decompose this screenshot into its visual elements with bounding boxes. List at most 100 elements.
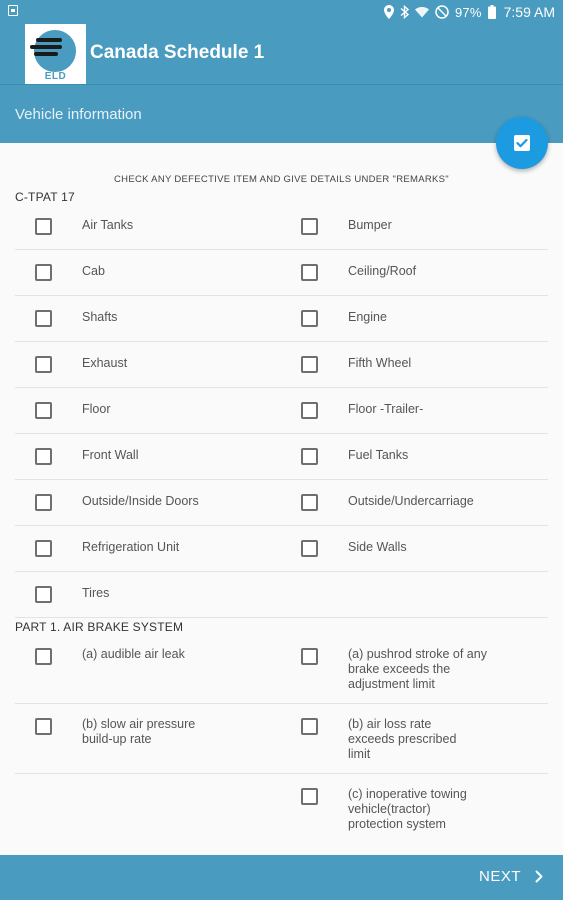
battery-icon <box>487 5 496 19</box>
app-bar: ELD Canada Schedule 1 <box>0 24 563 84</box>
checklist-item-label: (a) pushrod stroke of any brake exceeds … <box>348 647 487 691</box>
checklist-row: Refrigeration Unit Side Walls <box>15 526 548 572</box>
status-bar: 97% 7:59 AM <box>0 0 563 24</box>
checklist-item[interactable]: Outside/Undercarriage <box>281 480 547 525</box>
location-icon <box>384 5 394 19</box>
checkbox[interactable] <box>35 648 52 665</box>
checklist-item[interactable]: Floor <box>15 388 281 433</box>
checklist-item[interactable]: Shafts <box>15 296 281 341</box>
checklist-item-label: (c) inoperative towing vehicle(tractor) … <box>348 787 467 831</box>
notification-icon <box>8 5 18 16</box>
checklist-item[interactable]: Cab <box>15 250 281 295</box>
checklist-row: Floor Floor -Trailer- <box>15 388 548 434</box>
confirm-fab-button[interactable] <box>496 117 548 169</box>
checkbox[interactable] <box>35 218 52 235</box>
checklist-item-label: Side Walls <box>348 540 407 554</box>
subheader-title: Vehicle information <box>15 106 142 123</box>
checklist-item-label: Front Wall <box>82 448 139 462</box>
checklist-item-label: Fifth Wheel <box>348 356 412 370</box>
checklist-row: Shafts Engine <box>15 296 548 342</box>
checklist-row: Air Tanks Bumper <box>15 204 548 250</box>
checkbox[interactable] <box>35 586 52 603</box>
inspection-form: CHECK ANY DEFECTIVE ITEM AND GIVE DETAIL… <box>0 143 563 855</box>
checklist-row: (c) inoperative towing vehicle(tractor) … <box>15 774 548 844</box>
checklist-item-label: Outside/Undercarriage <box>348 494 474 508</box>
checkbox[interactable] <box>35 494 52 511</box>
checklist-item-label: Outside/Inside Doors <box>82 494 199 508</box>
clock: 7:59 AM <box>503 4 555 20</box>
checklist-item[interactable]: (a) audible air leak <box>15 634 281 703</box>
checklist-item-label: Refrigeration Unit <box>82 540 180 554</box>
checkbox[interactable] <box>301 540 318 557</box>
subheader: Vehicle information <box>0 84 563 143</box>
checklist-row: (b) slow air pressure build-up rate (b) … <box>15 704 548 774</box>
app-logo: ELD <box>25 24 86 84</box>
checklist-item[interactable]: (b) slow air pressure build-up rate <box>15 704 281 773</box>
checkbox[interactable] <box>301 402 318 419</box>
next-button-label: NEXT <box>478 868 521 885</box>
checklist-item[interactable]: (c) inoperative towing vehicle(tractor) … <box>281 774 547 844</box>
checkbox[interactable] <box>301 648 318 665</box>
checkbox[interactable] <box>301 448 318 465</box>
checkbox[interactable] <box>35 540 52 557</box>
checklist-item[interactable]: Side Walls <box>281 526 547 571</box>
section-title-air-brake: PART 1. AIR BRAKE SYSTEM <box>15 620 184 634</box>
do-not-disturb-icon <box>435 5 449 19</box>
checkbox-checked-icon <box>514 135 530 151</box>
checklist-item[interactable]: Air Tanks <box>15 204 281 249</box>
checklist-item[interactable]: Fifth Wheel <box>281 342 547 387</box>
checklist-item-label: Bumper <box>348 218 392 232</box>
checklist-item-label: Exhaust <box>82 356 128 370</box>
checklist-item-label: Engine <box>348 310 387 324</box>
checklist-item[interactable]: Ceiling/Roof <box>281 250 547 295</box>
checklist-item-label: Tires <box>82 586 110 600</box>
checkbox[interactable] <box>301 788 318 805</box>
checklist-item-label: (b) slow air pressure build-up rate <box>82 717 196 746</box>
instructions-text: CHECK ANY DEFECTIVE ITEM AND GIVE DETAIL… <box>114 174 449 185</box>
checkbox[interactable] <box>301 494 318 511</box>
checkbox[interactable] <box>301 264 318 281</box>
next-button[interactable]: NEXT <box>479 868 543 885</box>
checkbox[interactable] <box>35 448 52 465</box>
checkbox[interactable] <box>35 264 52 281</box>
checklist-item-label: Cab <box>82 264 105 278</box>
checklist-row: Tires <box>15 572 548 618</box>
checkbox[interactable] <box>35 310 52 327</box>
checklist-row: (a) audible air leak (a) pushrod stroke … <box>15 634 548 704</box>
checkbox[interactable] <box>301 218 318 235</box>
checklist-row: Outside/Inside Doors Outside/Undercarria… <box>15 480 548 526</box>
checkbox[interactable] <box>301 356 318 373</box>
checklist-item-label: Ceiling/Roof <box>348 264 417 278</box>
checklist-item[interactable]: Tires <box>15 572 281 617</box>
checklist-item[interactable]: Refrigeration Unit <box>15 526 281 571</box>
checklist-item[interactable]: (b) air loss rate exceeds prescribed lim… <box>281 704 547 773</box>
checklist-item[interactable]: Floor -Trailer- <box>281 388 547 433</box>
checklist-row: Cab Ceiling/Roof <box>15 250 548 296</box>
bluetooth-icon <box>400 5 409 19</box>
checklist-item[interactable]: Exhaust <box>15 342 281 387</box>
checklist-item-label: Floor <box>82 402 111 416</box>
checklist-item[interactable]: Engine <box>281 296 547 341</box>
checklist-row: Exhaust Fifth Wheel <box>15 342 548 388</box>
checklist-row: Front Wall Fuel Tanks <box>15 434 548 480</box>
battery-percentage: 97% <box>455 4 482 20</box>
checklist-item-label: Shafts <box>82 310 118 324</box>
checklist-item-label: (b) air loss rate exceeds prescribed lim… <box>348 717 457 761</box>
bottom-navigation: NEXT <box>0 855 563 900</box>
checkbox[interactable] <box>35 356 52 373</box>
checkbox[interactable] <box>301 310 318 327</box>
chevron-right-icon <box>535 870 543 883</box>
checklist-item-label: Floor -Trailer- <box>348 402 424 416</box>
checkbox[interactable] <box>301 718 318 735</box>
checklist-item[interactable]: (a) pushrod stroke of any brake exceeds … <box>281 634 547 703</box>
checklist-item[interactable]: Fuel Tanks <box>281 434 547 479</box>
checklist-item[interactable]: Front Wall <box>15 434 281 479</box>
checklist-item-label: (a) audible air leak <box>82 647 185 661</box>
checklist-item[interactable]: Outside/Inside Doors <box>15 480 281 525</box>
checklist-item-label: Air Tanks <box>82 218 134 232</box>
checkbox[interactable] <box>35 402 52 419</box>
checkbox[interactable] <box>35 718 52 735</box>
checklist-item-label: Fuel Tanks <box>348 448 409 462</box>
checklist-item[interactable]: Bumper <box>281 204 547 249</box>
app-title: Canada Schedule 1 <box>90 42 265 63</box>
